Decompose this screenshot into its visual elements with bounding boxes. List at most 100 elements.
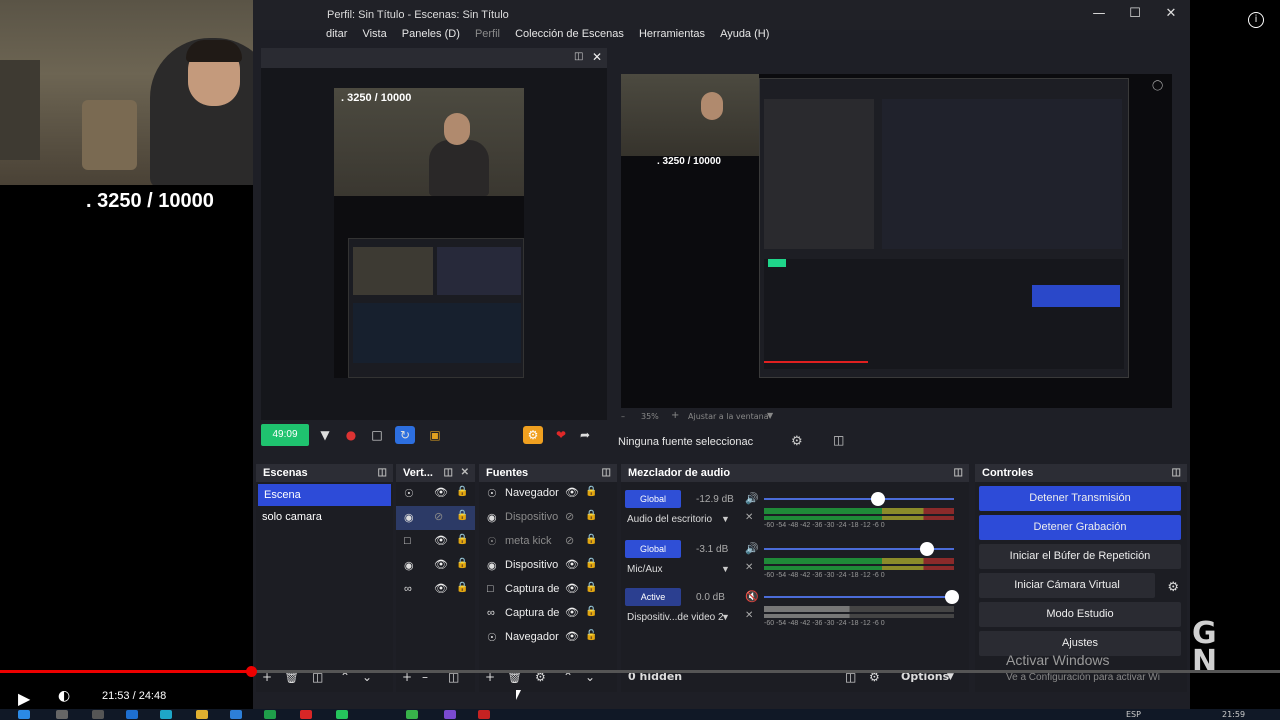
lock-icon[interactable]: 🔒 [585,510,597,521]
scene-item-solo-camara[interactable]: solo camara [256,506,393,528]
source-item[interactable]: ☉ meta kick ⊘ 🔒 [479,530,617,554]
stop-streaming-button[interactable]: Detener Transmisión [979,486,1181,511]
mute-icon[interactable]: ✕ [745,562,753,573]
vertical-row[interactable]: ☉ 👁 🔒 [396,482,475,506]
studio-mode-button[interactable]: Modo Estudio [979,602,1181,627]
windows-start-icon[interactable] [18,710,30,719]
muted-volume-icon[interactable]: 🔇 [745,590,759,603]
eye-icon[interactable]: 👁 [565,582,579,595]
eye-icon[interactable]: 👁 [565,558,579,571]
share-icon[interactable]: ➦ [575,426,595,444]
dock-float-icon[interactable]: ◫ [954,467,963,478]
lock-icon[interactable]: 🔒 [585,534,597,545]
channel-badge[interactable]: Global [625,540,681,558]
eye-icon[interactable]: 👁 [434,534,448,547]
chevron-down-icon[interactable]: ▼ [721,564,730,574]
lock-icon[interactable]: 🔒 [456,486,468,497]
filters-icon[interactable]: ◫ [833,433,844,447]
menu-ayuda[interactable]: Ayuda (H) [720,28,769,40]
close-button[interactable]: ✕ [1161,6,1181,24]
screenshot-icon[interactable]: ▣ [425,426,445,444]
edge-icon[interactable] [126,710,138,719]
app-icon[interactable] [444,710,456,719]
source-item[interactable]: □ Captura de 👁 🔒 [479,578,617,602]
stop-recording-button[interactable]: Detener Grabación [979,515,1181,540]
source-item[interactable]: ◉ Dispositivo ⊘ 🔒 [479,506,617,530]
lock-icon[interactable]: 🔒 [456,558,468,569]
unlock-icon[interactable]: 🔓 [585,630,597,641]
eye-hidden-icon[interactable]: ⊘ [565,510,574,523]
dock-close-icon[interactable]: ✕ [461,467,469,478]
vertical-row[interactable]: ∞ 👁 🔒 [396,578,475,602]
info-icon[interactable]: i [1248,12,1264,28]
dock-float-icon[interactable]: ◫ [1172,467,1181,478]
app-icon[interactable] [300,710,312,719]
search-icon[interactable] [56,710,68,719]
virtual-camera-button[interactable]: Iniciar Cámara Virtual [979,573,1155,598]
source-item[interactable]: ◉ Dispositivo 👁 🔒 [479,554,617,578]
record-icon[interactable]: ● [341,426,361,444]
excel-icon[interactable] [264,710,276,719]
scene-item-escena[interactable]: Escena [258,484,391,506]
menu-paneles[interactable]: Paneles (D) [402,28,460,40]
lock-icon[interactable]: 🔒 [456,582,468,593]
lock-icon[interactable]: 🔒 [585,558,597,569]
source-item[interactable]: ☉ Navegador 👁 🔒 [479,482,617,506]
menu-perfil[interactable]: Perfil [475,28,500,40]
lock-icon[interactable]: 🔒 [585,606,597,617]
minimize-button[interactable]: — [1089,6,1109,24]
dock-float-icon[interactable]: ◫ [574,51,583,62]
chevron-down-icon[interactable]: ▼ [947,672,954,682]
maximize-button[interactable]: ☐ [1125,6,1145,24]
settings-gear-icon[interactable]: ⚙ [523,426,543,444]
menu-editar[interactable]: ditar [326,28,347,40]
language-indicator[interactable]: ESP [1126,710,1141,719]
lock-icon[interactable]: 🔒 [585,486,597,497]
fit-dropdown-icon[interactable]: ▼ [767,411,773,420]
refresh-icon[interactable]: ↻ [395,426,415,444]
eye-icon[interactable]: 👁 [565,606,579,619]
eye-hidden-icon[interactable]: ⊘ [565,534,574,547]
eye-icon[interactable]: 👁 [434,558,448,571]
dock-float-icon[interactable]: ◫ [602,467,611,478]
lock-icon[interactable]: 🔒 [456,510,468,521]
volume-knob[interactable] [945,590,960,604]
volume-knob[interactable] [920,542,935,556]
replay-buffer-button[interactable]: Iniciar el Búfer de Repetición [979,544,1181,569]
task-view-icon[interactable] [92,710,104,719]
menu-herramientas[interactable]: Herramientas [639,28,705,40]
browser-icon[interactable] [160,710,172,719]
source-item[interactable]: ☉ Navegador 👁 🔓 [479,626,617,650]
mute-icon[interactable]: ✕ [745,610,753,621]
vertical-row[interactable]: □ 👁 🔒 [396,530,475,554]
taskbar-clock[interactable]: 21:59 [1222,710,1245,719]
chevron-down-icon[interactable]: ▼ [315,426,335,444]
eye-icon[interactable]: 👁 [565,486,579,499]
channel-badge[interactable]: Active [625,588,681,606]
menu-vista[interactable]: Vista [362,28,386,40]
play-icon[interactable]: ▶ [18,689,30,708]
stop-icon[interactable]: □ [367,426,387,444]
vertical-row[interactable]: ◉ 👁 🔒 [396,554,475,578]
program-preview[interactable]: . 3250 / 10000 ◯ [621,74,1172,408]
menu-coleccion-escenas[interactable]: Colección de Escenas [515,28,624,40]
eye-icon[interactable]: 👁 [434,582,448,595]
volume-slider[interactable] [764,498,954,500]
whatsapp-icon[interactable] [336,710,348,719]
lock-icon[interactable]: 🔒 [585,582,597,593]
store-icon[interactable] [230,710,242,719]
volume-icon[interactable]: ◐ [58,688,70,704]
dock-close-icon[interactable]: ✕ [592,50,602,64]
zoom-out-icon[interactable]: – [621,412,625,421]
preview-canvas[interactable]: . 3250 / 10000 [334,88,524,378]
heart-icon[interactable]: ❤ [551,426,571,444]
chevron-down-icon[interactable]: ▼ [721,514,730,524]
zoom-in-icon[interactable]: + [671,410,679,421]
volume-icon[interactable]: 🔊 [745,492,759,505]
eye-icon[interactable]: 👁 [434,486,448,499]
dock-float-icon[interactable]: ◫ [444,467,453,478]
volume-knob[interactable] [871,492,885,506]
eye-hidden-icon[interactable]: ⊘ [434,510,443,523]
properties-gear-icon[interactable]: ⚙ [791,433,803,449]
volume-icon[interactable]: 🔊 [745,542,759,555]
